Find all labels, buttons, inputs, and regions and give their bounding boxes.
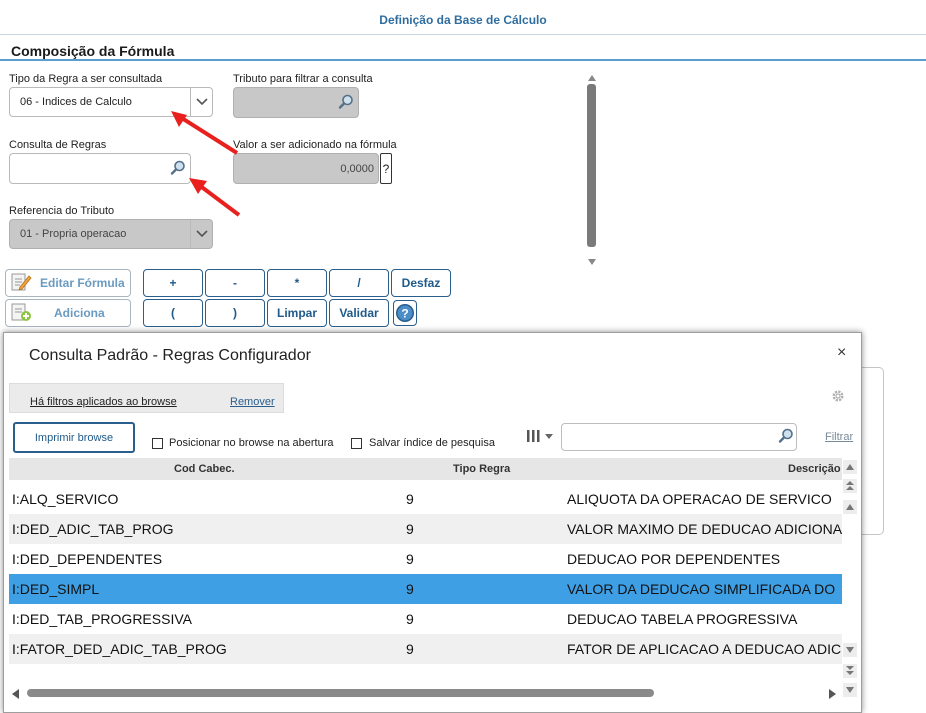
editar-formula-label: Editar Fórmula [40,276,125,290]
open-paren-button[interactable]: ( [143,299,203,327]
background-panel [860,367,884,535]
section-divider [0,59,926,61]
gear-icon[interactable] [831,389,845,406]
scroll-down-button[interactable] [843,643,857,657]
annotation-arrows [171,111,241,217]
tributo-filtro-label: Tributo para filtrar a consulta [233,73,373,85]
table-row[interactable]: I:DED_TAB_PROGRESSIVA 9 DEDUCAO TABELA P… [9,604,842,634]
tipo-regra-value: 06 - Indices de Calculo [20,96,132,108]
help-button[interactable]: ? [393,300,417,326]
horizontal-scrollbar-thumb[interactable] [27,689,654,697]
scroll-bottom-button[interactable] [843,683,857,697]
tipo-cell: 9 [406,611,414,627]
add-icon [10,302,32,325]
column-header-descricao[interactable]: Descrição [788,463,841,475]
consulta-padrao-modal: Consulta Padrão - Regras Configurador × … [3,332,862,713]
chevron-down-icon[interactable] [190,220,212,248]
cod-cell: I:ALQ_SERVICO [12,491,119,507]
salvar-indice-checkbox[interactable] [351,438,362,449]
posicionar-checkbox[interactable] [152,438,163,449]
descricao-cell: DEDUCAO TABELA PROGRESSIVA [567,611,798,627]
desfaz-button[interactable]: Desfaz [391,269,451,297]
limpar-button[interactable]: Limpar [267,299,327,327]
form-scrollbar-thumb[interactable] [587,84,596,247]
scroll-down-button[interactable] [587,255,597,265]
search-input[interactable] [561,423,797,451]
modal-title: Consulta Padrão - Regras Configurador [29,347,311,364]
referencia-tributo-select[interactable]: 01 - Propria operacao [9,219,213,249]
header-divider [0,34,926,35]
tipo-cell: 9 [406,521,414,537]
section-title: Composição da Fórmula [11,43,175,59]
descricao-cell: FATOR DE APLICACAO A DEDUCAO ADICIONAL [567,641,842,657]
edit-icon [10,272,32,295]
scroll-right-button[interactable] [829,688,836,702]
search-icon[interactable] [778,428,794,447]
cod-cell: I:DED_DEPENDENTES [12,551,163,567]
filter-info-text: Há filtros aplicados ao browse [30,396,177,408]
descricao-cell: DEDUCAO POR DEPENDENTES [567,551,781,567]
descricao-cell: VALOR MAXIMO DE DEDUCAO ADICIONAL [567,521,842,537]
filtrar-link[interactable]: Filtrar [825,431,853,443]
column-header-tipo[interactable]: Tipo Regra [453,463,510,475]
scroll-up-button[interactable] [587,71,597,81]
table-row[interactable]: I:DED_DEPENDENTES 9 DEDUCAO POR DEPENDEN… [9,544,842,574]
tipo-cell: 9 [406,491,414,507]
scroll-page-up-button[interactable] [843,479,857,493]
close-icon[interactable]: × [837,344,846,362]
plus-button[interactable]: + [143,269,203,297]
grid-header: Cod Cabec. Tipo Regra Descrição [9,458,842,480]
referencia-tributo-label: Referencia do Tributo [9,205,115,217]
table-row[interactable]: I:FATOR_DED_ADIC_TAB_PROG 9 FATOR DE APL… [9,634,842,664]
minus-button[interactable]: - [205,269,265,297]
table-row[interactable]: I:DED_ADIC_TAB_PROG 9 VALOR MAXIMO DE DE… [9,514,842,544]
imprimir-browse-button[interactable]: Imprimir browse [13,422,135,453]
scroll-top-button[interactable] [843,460,857,474]
posicionar-label: Posicionar no browse na abertura [169,437,334,449]
adiciona-label: Adiciona [54,306,105,320]
page-title: Definição da Base de Cálculo [379,13,547,27]
svg-text:?: ? [401,307,408,321]
columns-icon[interactable] [523,427,559,445]
consulta-regras-label: Consulta de Regras [9,139,107,151]
salvar-indice-label: Salvar índice de pesquisa [369,437,495,449]
column-header-cod[interactable]: Cod Cabec. [174,463,235,475]
tipo-regra-label: Tipo da Regra a ser consultada [9,73,163,85]
descricao-cell: VALOR DA DEDUCAO SIMPLIFICADA DO [567,581,836,597]
tipo-cell: 9 [406,641,414,657]
cod-cell: I:DED_SIMPL [12,581,100,597]
multiply-button[interactable]: * [267,269,327,297]
cod-cell: I:FATOR_DED_ADIC_TAB_PROG [12,641,227,657]
scroll-up-button[interactable] [843,500,857,514]
consulta-regras-field[interactable] [9,153,191,184]
tipo-cell: 9 [406,581,414,597]
valor-adicionado-value: 0,0000 [340,162,374,175]
cod-cell: I:DED_TAB_PROGRESSIVA [12,611,192,627]
help-icon: ? [396,304,414,322]
remove-filter-link[interactable]: Remover [230,396,275,408]
divide-button[interactable]: / [329,269,389,297]
descricao-cell: ALIQUOTA DA OPERACAO DE SERVICO [567,491,832,507]
scroll-left-button[interactable] [12,688,19,702]
close-paren-button[interactable]: ) [205,299,265,327]
cod-cell: I:DED_ADIC_TAB_PROG [12,521,174,537]
referencia-tributo-value: 01 - Propria operacao [20,228,127,240]
search-icon[interactable] [338,93,354,112]
scroll-page-down-button[interactable] [843,664,857,678]
valor-adicionado-label: Valor a ser adicionado na fórmula [233,139,397,151]
editar-formula-button[interactable]: Editar Fórmula [5,269,131,297]
adiciona-button[interactable]: Adiciona [5,299,131,327]
tipo-cell: 9 [406,551,414,567]
help-icon[interactable]: ? [380,153,392,184]
validar-button[interactable]: Validar [329,299,389,327]
table-row[interactable]: I:ALQ_SERVICO 9 ALIQUOTA DA OPERACAO DE … [9,484,842,514]
table-row-selected[interactable]: I:DED_SIMPL 9 VALOR DA DEDUCAO SIMPLIFIC… [9,574,842,604]
